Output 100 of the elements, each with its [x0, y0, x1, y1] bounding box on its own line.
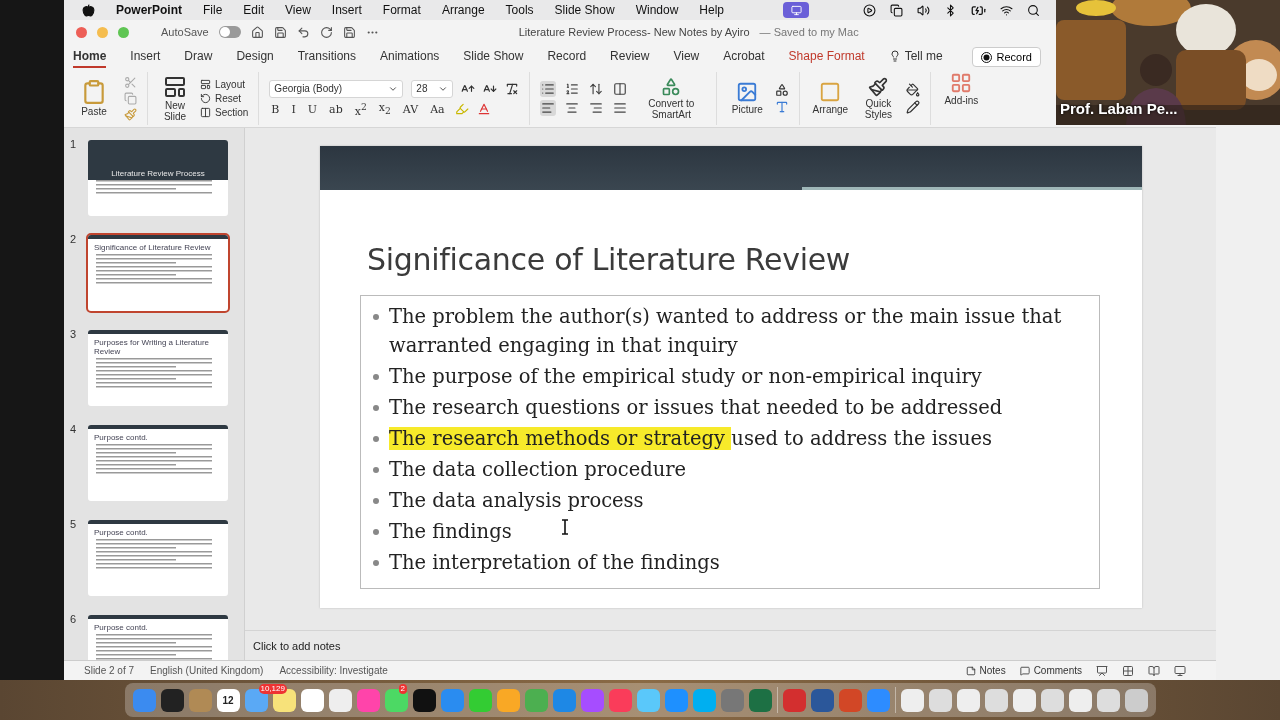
format-button[interactable]: x$_{2}$ — [376, 101, 393, 117]
app-icon[interactable] — [928, 688, 952, 712]
tell-me-field[interactable]: Tell me — [888, 46, 943, 68]
ribbon-tab[interactable]: Insert — [130, 46, 161, 68]
accessibility-status[interactable]: Accessibility: Investigate — [279, 665, 388, 676]
ribbon-tab[interactable]: Design — [236, 46, 274, 68]
home-icon[interactable] — [250, 25, 264, 39]
slide-thumbnail[interactable]: Purpose contd. — [86, 613, 230, 660]
play-icon[interactable] — [863, 3, 876, 17]
app-icon[interactable] — [1012, 688, 1036, 712]
format-button[interactable]: AV — [400, 102, 421, 116]
menu-item[interactable]: Slide Show — [554, 3, 615, 17]
slide-thumbnail[interactable]: Literature Review Process — [86, 138, 230, 218]
format-button[interactable]: I — [289, 102, 298, 116]
wifi-icon[interactable] — [1000, 3, 1013, 17]
app-menu[interactable]: PowerPoint — [116, 3, 182, 17]
format-button[interactable]: x$^{2}$ — [352, 100, 369, 118]
bluetooth-icon[interactable] — [944, 3, 957, 17]
language-status[interactable]: English (United Kingdom) — [150, 665, 264, 676]
menu-item[interactable]: Arrange — [441, 3, 485, 17]
search-icon[interactable] — [1027, 3, 1040, 17]
align-center-button[interactable] — [564, 100, 581, 116]
menu-item[interactable]: File — [203, 3, 223, 17]
fill-icon[interactable] — [906, 83, 921, 97]
undo-icon[interactable] — [296, 25, 310, 39]
ribbon-tab[interactable]: Review — [610, 46, 650, 68]
format-button[interactable]: Aa — [428, 102, 447, 116]
app-icon[interactable] — [1096, 688, 1120, 712]
app-icon[interactable] — [1124, 688, 1148, 712]
align-right-button[interactable] — [588, 100, 605, 116]
windows-icon[interactable] — [890, 3, 903, 17]
ribbon-tab[interactable]: Transitions — [297, 46, 356, 68]
notes-placeholder[interactable]: Click to add notes — [253, 639, 341, 652]
record-button[interactable]: Record — [971, 47, 1041, 67]
menu-item[interactable]: Insert — [331, 3, 362, 17]
app-icon[interactable] — [1068, 688, 1092, 712]
quick-styles-button[interactable]: Quick Styles — [858, 77, 899, 120]
numbering-button[interactable] — [564, 81, 581, 97]
app-icon[interactable] — [900, 688, 924, 712]
format-button[interactable]: ab — [327, 102, 345, 116]
align-left-button[interactable] — [540, 100, 557, 116]
slide-thumbnail[interactable]: Purpose contd. — [86, 518, 230, 598]
format-button[interactable]: U — [305, 102, 320, 116]
paste-button[interactable]: Paste — [72, 79, 116, 118]
reading-view-icon[interactable] — [1148, 664, 1160, 677]
volume-icon[interactable] — [917, 3, 930, 17]
app-icon[interactable] — [160, 688, 184, 712]
apple-icon[interactable] — [82, 3, 95, 17]
format-painter-icon[interactable] — [124, 108, 137, 121]
ribbon-tab[interactable]: View — [673, 46, 700, 68]
ribbon-tab[interactable]: Draw — [184, 46, 213, 68]
save-status[interactable]: — Saved to my Mac — [759, 26, 859, 38]
shapes-icon[interactable] — [775, 83, 790, 97]
screen-share-icon[interactable] — [783, 2, 809, 18]
comments-button[interactable]: Comments — [1019, 665, 1082, 676]
slide-title[interactable]: Significance of Literature Review — [367, 242, 1142, 277]
outline-icon[interactable] — [906, 100, 921, 114]
convert-smartart-button[interactable]: Convert to SmartArt — [636, 77, 707, 120]
save-as-icon[interactable] — [342, 25, 356, 39]
ribbon-tab[interactable]: Record — [547, 46, 587, 68]
text-box-icon[interactable] — [775, 100, 790, 114]
cut-icon[interactable] — [124, 76, 137, 89]
slide-thumbnail[interactable]: Purpose contd. — [86, 423, 230, 503]
ribbon-tab[interactable]: Slide Show — [463, 46, 524, 68]
ribbon-tab[interactable]: Acrobat — [723, 46, 765, 68]
menu-item[interactable]: Format — [382, 3, 421, 17]
justify-button[interactable] — [612, 100, 629, 116]
columns-button[interactable] — [612, 81, 629, 97]
slide-thumbnail[interactable]: Significance of Literature Review — [86, 233, 230, 313]
menu-item[interactable]: View — [285, 3, 311, 17]
copy-icon[interactable] — [124, 92, 137, 105]
slide-command-button[interactable]: Layout — [200, 79, 249, 90]
save-icon[interactable] — [273, 25, 287, 39]
autosave-toggle[interactable] — [218, 26, 241, 38]
slideshow-icon[interactable] — [1174, 664, 1186, 677]
menu-item[interactable]: Tools — [505, 3, 534, 17]
app-icon[interactable] — [300, 688, 324, 712]
clear-format-icon[interactable] — [505, 81, 520, 96]
app-icon[interactable] — [1040, 688, 1064, 712]
ribbon-tab[interactable]: Home — [73, 46, 107, 68]
redo-icon[interactable] — [319, 25, 333, 39]
app-icon[interactable] — [984, 688, 1008, 712]
highlighter-icon[interactable] — [454, 102, 469, 116]
slide-command-button[interactable]: Reset — [200, 93, 249, 104]
font-color-icon[interactable] — [476, 102, 491, 116]
format-button[interactable]: B — [269, 102, 282, 116]
menu-item[interactable]: Help — [699, 3, 724, 17]
app-icon[interactable] — [956, 688, 980, 712]
picture-button[interactable]: Picture — [727, 81, 768, 116]
sorter-view-icon[interactable] — [1122, 664, 1134, 677]
zoom-button[interactable] — [118, 26, 129, 38]
ribbon-tab[interactable]: Shape Format — [788, 46, 865, 68]
app-icon[interactable]: 12 — [216, 688, 240, 712]
font-dropdown[interactable]: Georgia (Body) — [269, 79, 404, 98]
normal-view-icon[interactable] — [1096, 664, 1108, 677]
app-icon[interactable] — [328, 688, 352, 712]
arrange-button[interactable]: Arrange — [810, 81, 851, 116]
menu-item[interactable]: Edit — [243, 3, 265, 17]
text-box[interactable] — [360, 295, 1100, 589]
new-slide-button[interactable]: New Slide — [158, 75, 192, 122]
